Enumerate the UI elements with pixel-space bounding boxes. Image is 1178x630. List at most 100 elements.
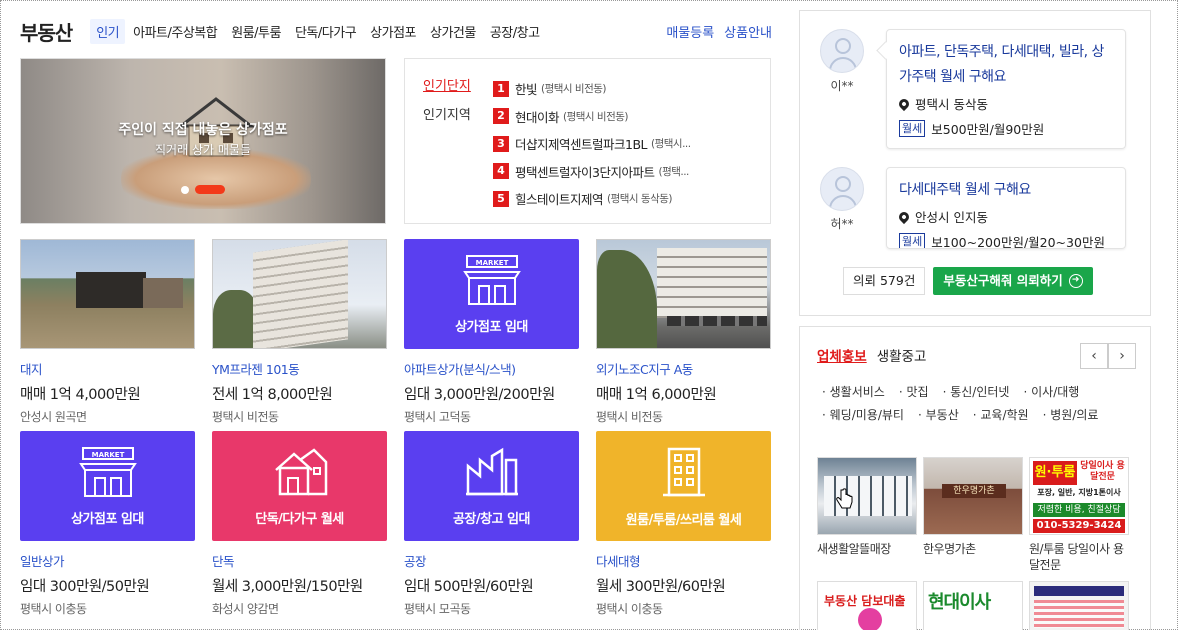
- promo-category[interactable]: 웨딩/미용/뷰티: [822, 406, 904, 423]
- ad-item[interactable]: 부동산 담보대출: [817, 581, 917, 630]
- tile-label: 상가점포 임대: [71, 511, 144, 527]
- promo-banner[interactable]: 주인이 직접 내놓은 상가점포 직거래 상가 매물들: [20, 58, 386, 224]
- category-tabs: 인기 아파트/주상복합 원룸/투룸 단독/다가구 상가점포 상가건물 공장/창고: [90, 18, 547, 44]
- building-icon: [662, 447, 705, 496]
- ad-item[interactable]: 원·투룸 당일이사 용달전문 포장, 일반, 지방1톤이사 저렴한 비용, 친절…: [1029, 457, 1129, 573]
- listing-type[interactable]: YM프라젠 101동: [212, 359, 387, 378]
- ranking-item[interactable]: 4 평택센트럴자이3단지아파트 (평택...: [493, 158, 763, 186]
- promo-category[interactable]: 부동산: [918, 406, 959, 423]
- hand-cursor-icon: [836, 488, 853, 509]
- chevron-right-icon[interactable]: ›: [1108, 343, 1136, 369]
- ad-caption[interactable]: 한우명가촌: [923, 541, 1023, 557]
- promo-category[interactable]: 병원/의료: [1043, 406, 1098, 423]
- request-title[interactable]: 아파트, 단독주택, 다세대택, 빌라, 상가주택 월세 구해요: [899, 40, 1113, 90]
- ad-item[interactable]: [1029, 581, 1129, 630]
- tab-business-promo[interactable]: 업체홍보: [817, 345, 867, 365]
- product-info-link[interactable]: 상품안내: [724, 22, 772, 41]
- listing-tile[interactable]: MARKET 상가점포 임대: [404, 239, 579, 349]
- listing-tile[interactable]: MARKET 상가점포 임대: [20, 431, 195, 541]
- tab-store[interactable]: 상가점포: [364, 19, 422, 44]
- promo-category[interactable]: 교육/학원: [973, 406, 1028, 423]
- listing-card[interactable]: 단독/다가구 월세 단독 월세 3,000만원/150만원 화성시 양감면: [212, 431, 387, 623]
- tab-building[interactable]: 상가건물: [424, 19, 482, 44]
- chevron-left-icon[interactable]: ‹: [1080, 343, 1108, 369]
- ranking-categories: 인기단지 인기지역: [423, 75, 493, 223]
- ad-item[interactable]: 한우명가촌 한우명가촌: [923, 457, 1023, 573]
- tile-label: 상가점포 임대: [455, 319, 528, 335]
- tab-popular-region[interactable]: 인기지역: [423, 104, 493, 123]
- ad-image[interactable]: 한우명가촌: [923, 457, 1023, 535]
- pager-dot[interactable]: [181, 185, 189, 194]
- listing-location: 화성시 양감면: [212, 602, 279, 616]
- section-header: 부동산 인기 아파트/주상복합 원룸/투룸 단독/다가구 상가점포 상가건물 공…: [20, 10, 772, 52]
- arrow-right-icon: ➜: [1068, 274, 1083, 288]
- section-title[interactable]: 부동산: [20, 17, 73, 46]
- ranking-item[interactable]: 2 현대이화 (평택시 비전동): [493, 103, 763, 131]
- listing-photo[interactable]: [20, 239, 195, 349]
- listing-tile[interactable]: 공장/창고 임대: [404, 431, 579, 541]
- listing-type[interactable]: 단독: [212, 551, 387, 570]
- promo-category[interactable]: 생활서비스: [822, 383, 885, 400]
- tab-oneroom[interactable]: 원룸/투룸: [225, 19, 287, 44]
- listing-photo[interactable]: [212, 239, 387, 349]
- tab-apartment[interactable]: 아파트/주상복합: [127, 19, 223, 44]
- promo-category[interactable]: 맛집: [899, 383, 928, 400]
- listing-type[interactable]: 대지: [20, 359, 195, 378]
- listing-location: 평택시 이충동: [596, 602, 663, 616]
- ad-caption[interactable]: 원/투룸 당일이사 용달전문: [1029, 541, 1129, 573]
- ranking-item[interactable]: 1 한빛 (평택시 비전동): [493, 75, 763, 103]
- listing-type[interactable]: 공장: [404, 551, 579, 570]
- tab-factory[interactable]: 공장/창고: [484, 19, 546, 44]
- listing-type[interactable]: 일반상가: [20, 551, 195, 570]
- ad-image[interactable]: 원·투룸 당일이사 용달전문 포장, 일반, 지방1톤이사 저렴한 비용, 친절…: [1029, 457, 1129, 535]
- listing-card[interactable]: MARKET 상가점포 임대 일반상가 임대 300만원/50만원 평택시 이충…: [20, 431, 195, 623]
- listing-type[interactable]: 외기노조C지구 A동: [596, 359, 771, 378]
- ad-image[interactable]: [1029, 581, 1129, 630]
- listing-card[interactable]: MARKET 상가점포 임대 아파트상가(분식/스낵) 임대 3,000만원/2…: [404, 239, 579, 431]
- pager-active[interactable]: [195, 185, 225, 194]
- request-item[interactable]: 이** 아파트, 단독주택, 다세대택, 빌라, 상가주택 월세 구해요 평택시…: [820, 29, 1126, 149]
- ranking-item[interactable]: 5 힐스테이트지제역 (평택시 동삭동): [493, 185, 763, 213]
- rank-name: 한빛: [515, 82, 538, 98]
- factory-icon: [465, 447, 518, 495]
- request-bubble[interactable]: 아파트, 단독주택, 다세대택, 빌라, 상가주택 월세 구해요 평택시 동삭동…: [886, 29, 1126, 149]
- request-bubble[interactable]: 다세대주택 월세 구해요 안성시 인지동 월세 보100~200만원/월20~30…: [886, 167, 1126, 249]
- tab-popular[interactable]: 인기: [90, 18, 126, 44]
- register-listing-link[interactable]: 매물등록: [666, 22, 714, 41]
- ad-caption[interactable]: 새생활알뜰매장: [817, 541, 917, 557]
- listing-card[interactable]: 공장/창고 임대 공장 임대 500만원/60만원 평택시 모곡동: [404, 431, 579, 623]
- ranking-list: 1 한빛 (평택시 비전동) 2 현대이화 (평택시 비전동) 3 더샵지제역센트럴파크1…: [493, 75, 763, 223]
- listing-card[interactable]: 대지 매매 1억 4,000만원 안성시 원곡면: [20, 239, 195, 431]
- listing-tile[interactable]: 원룸/투룸/쓰리룸 월세: [596, 431, 771, 541]
- promo-category[interactable]: 이사/대행: [1023, 383, 1079, 400]
- listing-type[interactable]: 아파트상가(분식/스낵): [404, 359, 579, 378]
- listing-type[interactable]: 다세대형: [596, 551, 771, 570]
- ad-item[interactable]: 현대이사: [923, 581, 1023, 630]
- tab-popular-complex[interactable]: 인기단지: [423, 75, 493, 94]
- listing-card[interactable]: 원룸/투룸/쓰리룸 월세 다세대형 월세 300만원/60만원 평택시 이충동: [596, 431, 771, 623]
- ad-image[interactable]: 부동산 담보대출: [817, 581, 917, 630]
- listing-photo[interactable]: [596, 239, 771, 349]
- ranking-panel: 인기단지 인기지역 1 한빛 (평택시 비전동) 2 현대이화 (평택시 비전동) 3더…: [404, 58, 771, 224]
- ad-image[interactable]: 현대이사: [923, 581, 1023, 630]
- ad-image[interactable]: [817, 457, 917, 535]
- listing-card[interactable]: YM프라젠 101동 전세 1억 8,000만원 평택시 비전동: [212, 239, 387, 431]
- ranking-item[interactable]: 3 더샵지제역센트럴파크1BL (평택시...: [493, 130, 763, 158]
- market-store-icon: MARKET: [78, 446, 137, 497]
- listing-price: 임대 3,000만원/200만원: [404, 387, 555, 403]
- request-item[interactable]: 허** 다세대주택 월세 구해요 안성시 인지동 월세 보100~200만원/월2…: [820, 167, 1126, 249]
- banner-pager: [181, 185, 225, 194]
- tab-house[interactable]: 단독/다가구: [289, 19, 362, 44]
- listing-card[interactable]: 외기노조C지구 A동 매매 1억 6,000만원 평택시 비전동: [596, 239, 771, 431]
- listing-tile[interactable]: 단독/다가구 월세: [212, 431, 387, 541]
- request-title[interactable]: 다세대주택 월세 구해요: [899, 178, 1113, 203]
- house-icon: [274, 447, 327, 495]
- request-button[interactable]: 부동산구해줘 의뢰하기 ➜: [933, 267, 1093, 295]
- nickname: 허**: [830, 217, 854, 231]
- ad-item[interactable]: 새생활알뜰매장: [817, 457, 917, 573]
- listing-location: 평택시 모곡동: [404, 602, 471, 616]
- request-price: 월세 보100~200만원/월20~30만원: [899, 232, 1113, 248]
- tab-used-goods[interactable]: 생활중고: [877, 345, 927, 365]
- svg-text:MARKET: MARKET: [475, 259, 508, 267]
- promo-category[interactable]: 통신/인터넷: [943, 383, 1009, 400]
